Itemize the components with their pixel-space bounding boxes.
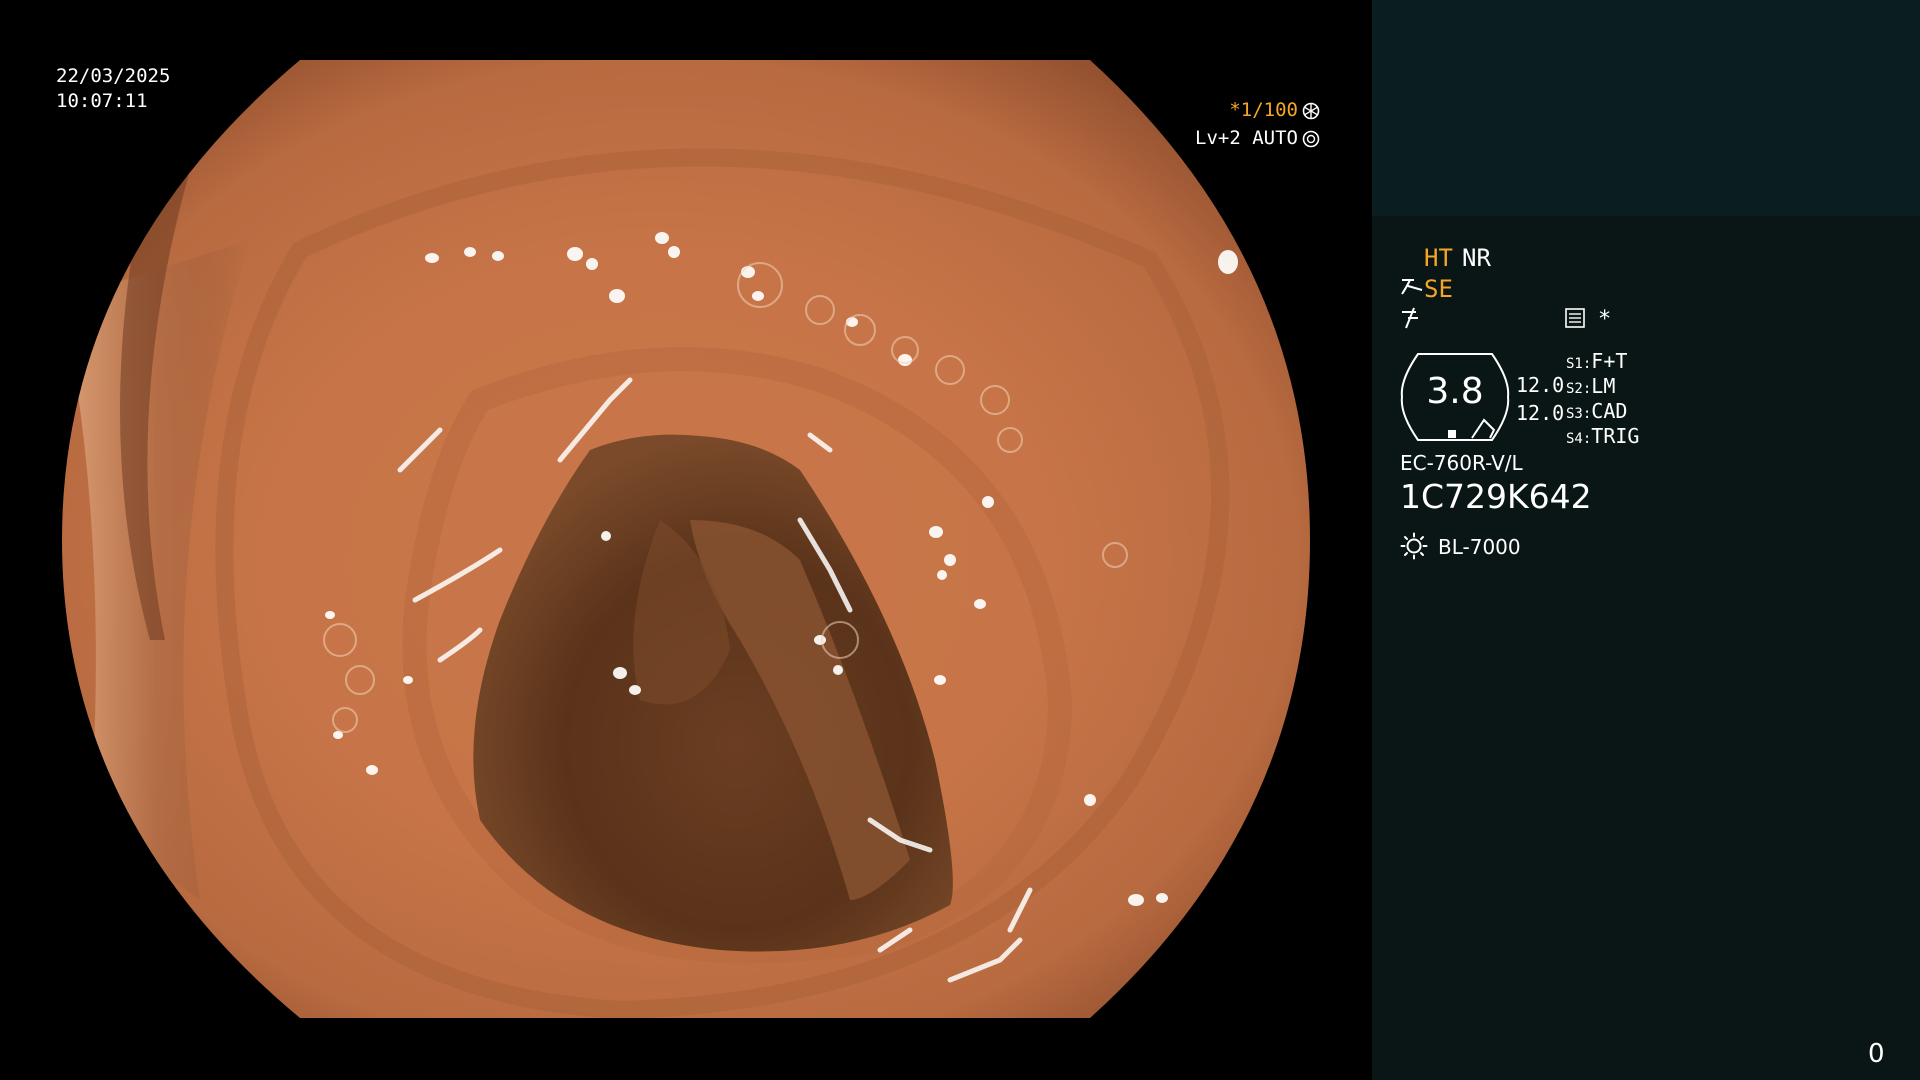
shutter-overlay: *1/100 xyxy=(1229,98,1320,123)
asterisk-indicator: * xyxy=(1598,307,1612,332)
switch-2-key: S2: xyxy=(1566,381,1592,397)
info-panel: HT NR SE * 3.8 12.0 12.0 S1:F+T S2:LM S3… xyxy=(1372,0,1920,1080)
sun-icon xyxy=(1400,532,1428,560)
nr-indicator: NR xyxy=(1462,244,1491,272)
endoscopic-view: 22/03/2025 10:07:11 *1/100 Lv+2 AUTO xyxy=(0,0,1372,1080)
se-scope-icon xyxy=(1401,279,1423,295)
scope-serial: 1C729K642 xyxy=(1400,477,1592,516)
exposure-text: Lv+2 AUTO xyxy=(1195,127,1298,149)
auto-iris-icon xyxy=(1302,130,1320,147)
menu-icon xyxy=(1565,308,1585,328)
scope-model: EC-760R-V/L xyxy=(1400,451,1523,475)
endoscopy-screen: 22/03/2025 10:07:11 *1/100 Lv+2 AUTO HT … xyxy=(0,0,1920,1080)
switch-1-key: S1: xyxy=(1566,356,1592,372)
shutter-wheel-icon xyxy=(1302,102,1320,119)
info-header xyxy=(1372,0,1920,216)
switch-4: S4:TRIG xyxy=(1566,424,1639,451)
switch-1: S1:F+T xyxy=(1566,349,1627,376)
time-text: 10:07:11 xyxy=(56,90,148,112)
switch-2-value: LM xyxy=(1591,374,1616,398)
exposure-overlay: Lv+2 AUTO xyxy=(1195,126,1320,151)
gauge-value: 3.8 xyxy=(1426,371,1484,412)
se-indicator: SE xyxy=(1424,275,1453,303)
switch-3-value: CAD xyxy=(1591,399,1628,423)
light-source: BL-7000 xyxy=(1438,535,1521,559)
bolt-icon xyxy=(1402,307,1418,329)
shutter-text: *1/100 xyxy=(1229,99,1298,121)
switch-1-value: F+T xyxy=(1591,349,1628,373)
value-2: 12.0 xyxy=(1516,401,1565,425)
image-counter: 0 xyxy=(1868,1039,1885,1069)
colon-lumen-image xyxy=(62,60,1310,1018)
switch-2: S2:LM xyxy=(1566,374,1615,401)
date-time-overlay: 22/03/2025 10:07:11 xyxy=(56,64,170,114)
switch-4-key: S4: xyxy=(1566,431,1592,447)
switch-3: S3:CAD xyxy=(1566,399,1627,426)
mucosa-region xyxy=(62,60,1310,1018)
ht-indicator: HT xyxy=(1424,244,1453,272)
value-1: 12.0 xyxy=(1516,373,1565,397)
switch-3-key: S3: xyxy=(1566,406,1592,422)
switch-4-value: TRIG xyxy=(1591,424,1640,448)
date-text: 22/03/2025 xyxy=(56,65,171,87)
